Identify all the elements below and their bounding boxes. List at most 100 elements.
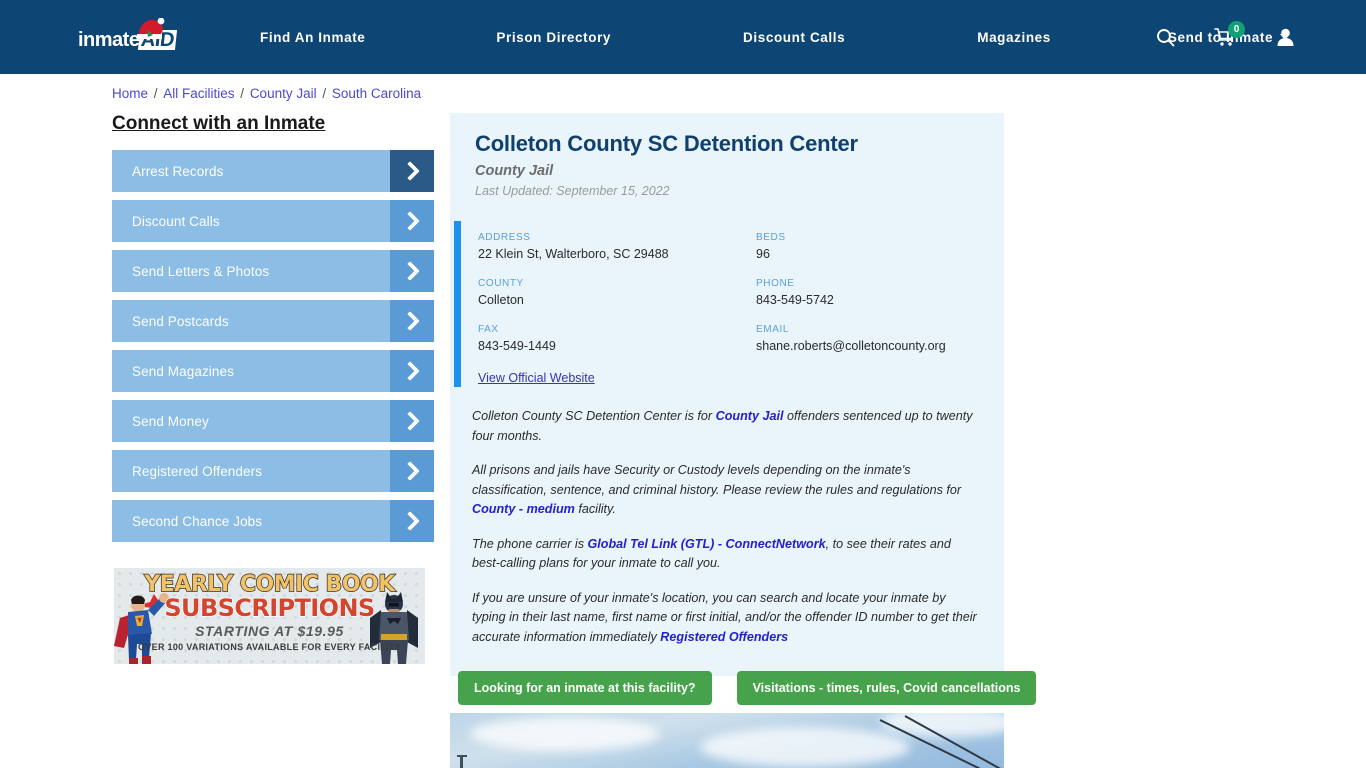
- chevron-right-icon: [390, 250, 434, 292]
- cloud-shape: [700, 727, 910, 767]
- comic-book-subscription-ad[interactable]: YEARLY COMIC BOOK SUBSCRIPTIONS STARTING…: [114, 568, 425, 664]
- logo-wordmark: inmateAID: [78, 29, 178, 51]
- sidebar-item-label: Discount Calls: [132, 213, 220, 229]
- breadcrumb: Home / All Facilities / County Jail / So…: [112, 86, 421, 101]
- info-value-county: Colleton: [478, 293, 524, 307]
- ad-headline-line1: YEARLY COMIC BOOK: [144, 572, 396, 597]
- info-value-fax: 843-549-1449: [478, 339, 556, 353]
- sidebar-item-send-money[interactable]: Send Money: [112, 400, 434, 442]
- info-field-fax: FAX 843-549-1449: [478, 323, 756, 355]
- breadcrumb-separator: /: [150, 86, 162, 101]
- breadcrumb-separator: /: [318, 86, 330, 101]
- chevron-right-icon: [390, 400, 434, 442]
- visitations-button[interactable]: Visitations - times, rules, Covid cancel…: [736, 671, 1037, 705]
- chevron-right-icon: [390, 200, 434, 242]
- site-logo[interactable]: inmateAID: [78, 18, 198, 57]
- breadcrumb-item-all-facilities[interactable]: All Facilities: [163, 86, 234, 101]
- facility-description: Colleton County SC Detention Center is f…: [450, 407, 1004, 647]
- link-county-jail[interactable]: County Jail: [716, 409, 784, 423]
- utility-pole-arm: [457, 755, 467, 757]
- user-account-icon[interactable]: [1274, 25, 1296, 49]
- nav-link-magazines[interactable]: Magazines: [977, 30, 1051, 45]
- logo-text-accent: AID: [138, 29, 178, 51]
- p2-text-b: facility.: [574, 502, 616, 516]
- page-title: Colleton County SC Detention Center: [475, 131, 858, 156]
- chevron-right-icon: [390, 350, 434, 392]
- facility-photo: [450, 713, 1004, 768]
- info-label-address: ADDRESS: [478, 232, 531, 243]
- info-label-email: EMAIL: [756, 324, 790, 335]
- ad-headline-line2: SUBSCRIPTIONS: [164, 594, 376, 622]
- nav-icon-group: 0: [1154, 0, 1296, 74]
- p1-text-a: Colleton County SC Detention Center is f…: [472, 409, 716, 423]
- info-value-beds: 96: [756, 247, 770, 261]
- sidebar-item-second-chance-jobs[interactable]: Second Chance Jobs: [112, 500, 434, 542]
- chevron-right-icon: [390, 300, 434, 342]
- chevron-right-icon: [390, 150, 434, 192]
- ad-price-line: STARTING AT $19.95: [195, 623, 344, 639]
- p3-text-a: The phone carrier is: [472, 536, 588, 551]
- sidebar-item-label: Second Chance Jobs: [132, 513, 263, 529]
- nav-link-discount-calls[interactable]: Discount Calls: [743, 30, 845, 45]
- last-updated-text: Last Updated: September 15, 2022: [475, 184, 670, 198]
- breadcrumb-item-south-carolina[interactable]: South Carolina: [332, 86, 421, 101]
- link-registered-offenders[interactable]: Registered Offenders: [660, 630, 788, 644]
- info-field-phone: PHONE 843-549-5742: [756, 277, 979, 309]
- link-phone-carrier[interactable]: Global Tel Link (GTL) - ConnectNetwork: [588, 537, 826, 551]
- looking-for-inmate-button[interactable]: Looking for an inmate at this facility?: [458, 671, 712, 705]
- p2-text-a: All prisons and jails have Security or C…: [472, 463, 962, 497]
- description-paragraph-1: Colleton County SC Detention Center is f…: [472, 407, 979, 446]
- sidebar-item-arrest-records[interactable]: Arrest Records: [112, 150, 434, 192]
- chevron-right-icon: [390, 500, 434, 542]
- sidebar-item-label: Send Money: [132, 413, 209, 429]
- search-icon[interactable]: [1154, 25, 1176, 49]
- sidebar-item-label: Registered Offenders: [132, 463, 263, 479]
- view-official-website-link[interactable]: View Official Website: [478, 371, 595, 385]
- cloud-shape: [470, 717, 660, 751]
- primary-nav-links: Find An Inmate Prison Directory Discount…: [260, 0, 1291, 74]
- description-paragraph-2: All prisons and jails have Security or C…: [472, 461, 979, 520]
- sidebar-item-label: Arrest Records: [132, 163, 224, 179]
- sidebar-item-discount-calls[interactable]: Discount Calls: [112, 200, 434, 242]
- info-label-fax: FAX: [478, 324, 499, 335]
- logo-text-main: inmate: [78, 29, 140, 51]
- sidebar-item-send-postcards[interactable]: Send Postcards: [112, 300, 434, 342]
- call-to-action-row: Looking for an inmate at this facility? …: [458, 671, 1037, 705]
- sidebar-heading: Connect with an Inmate: [112, 113, 326, 134]
- info-field-address: ADDRESS 22 Klein St, Walterboro, SC 2948…: [478, 231, 756, 263]
- nav-link-find-an-inmate[interactable]: Find An Inmate: [260, 30, 365, 45]
- sidebar-item-send-letters-photos[interactable]: Send Letters & Photos: [112, 250, 434, 292]
- description-paragraph-4: If you are unsure of your inmate's locat…: [472, 589, 979, 648]
- info-label-beds: BEDS: [756, 232, 786, 243]
- facility-header: Colleton County SC Detention Center Coun…: [450, 113, 1004, 205]
- facility-detail-card: Colleton County SC Detention Center Coun…: [450, 113, 1004, 676]
- sidebar-item-label: Send Letters & Photos: [132, 263, 270, 279]
- ad-subtext: OVER 100 VARIATIONS AVAILABLE FOR EVERY …: [138, 642, 401, 652]
- chevron-right-icon: [390, 450, 434, 492]
- info-label-county: COUNTY: [478, 278, 524, 289]
- breadcrumb-item-county-jail[interactable]: County Jail: [250, 86, 317, 101]
- info-value-phone: 843-549-5742: [756, 293, 834, 307]
- info-field-county: COUNTY Colleton: [478, 277, 756, 309]
- sidebar-item-send-magazines[interactable]: Send Magazines: [112, 350, 434, 392]
- info-label-phone: PHONE: [756, 278, 795, 289]
- facility-type: County Jail: [475, 163, 554, 179]
- info-field-beds: BEDS 96: [756, 231, 979, 263]
- cart-count-badge: 0: [1228, 21, 1245, 38]
- top-navigation-bar: inmateAID Find An Inmate Prison Director…: [0, 0, 1366, 74]
- breadcrumb-separator: /: [236, 86, 248, 101]
- accent-bar: [454, 221, 461, 387]
- info-value-email: shane.roberts@colletoncounty.org: [756, 339, 946, 353]
- cloud-shape: [880, 713, 1004, 737]
- breadcrumb-item-home[interactable]: Home: [112, 86, 148, 101]
- description-paragraph-3: The phone carrier is Global Tel Link (GT…: [472, 535, 979, 574]
- cart-icon[interactable]: 0: [1214, 21, 1245, 49]
- sidebar-item-label: Send Postcards: [132, 313, 229, 329]
- info-value-address: 22 Klein St, Walterboro, SC 29488: [478, 247, 669, 261]
- link-county-medium[interactable]: County - medium: [472, 502, 575, 516]
- sidebar: Connect with an Inmate Arrest Records Di…: [112, 113, 434, 550]
- info-field-email: EMAIL shane.roberts@colletoncounty.org: [756, 323, 979, 355]
- nav-link-prison-directory[interactable]: Prison Directory: [496, 30, 611, 45]
- sidebar-item-label: Send Magazines: [132, 363, 234, 379]
- sidebar-item-registered-offenders[interactable]: Registered Offenders: [112, 450, 434, 492]
